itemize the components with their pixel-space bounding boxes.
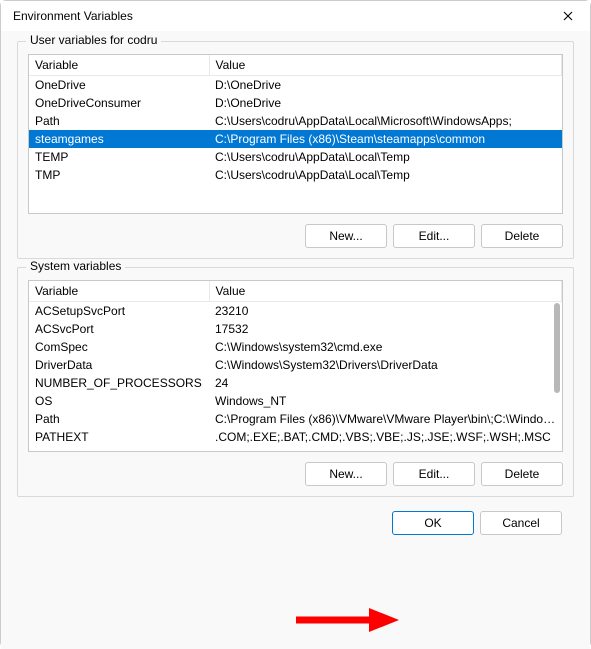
system-new-button[interactable]: New... (305, 462, 387, 486)
window-title: Environment Variables (13, 9, 133, 23)
cell-variable: PATHEXT (29, 428, 209, 446)
table-row[interactable]: OSWindows_NT (29, 392, 562, 410)
titlebar: Environment Variables (1, 1, 590, 31)
table-row[interactable]: TEMPC:\Users\codru\AppData\Local\Temp (29, 148, 562, 166)
table-row[interactable]: OneDriveD:\OneDrive (29, 76, 562, 95)
cell-value: 17532 (209, 320, 562, 338)
cell-variable: ComSpec (29, 338, 209, 356)
cell-value: C:\Users\codru\AppData\Local\Temp (209, 166, 562, 184)
table-row[interactable]: TMPC:\Users\codru\AppData\Local\Temp (29, 166, 562, 184)
cell-value: D:\OneDrive (209, 94, 562, 112)
cell-variable: OneDriveConsumer (29, 94, 209, 112)
scrollbar-thumb[interactable] (554, 303, 560, 393)
dialog-content: User variables for codru Variable Value … (1, 31, 590, 649)
close-icon (563, 11, 573, 21)
cell-value: C:\Program Files (x86)\VMware\VMware Pla… (209, 410, 562, 428)
user-button-row: New... Edit... Delete (28, 224, 563, 248)
user-variables-label: User variables for codru (26, 33, 161, 47)
cell-value: 23210 (209, 302, 562, 321)
cell-variable: Path (29, 112, 209, 130)
table-row[interactable]: PathC:\Users\codru\AppData\Local\Microso… (29, 112, 562, 130)
user-col-variable[interactable]: Variable (29, 55, 209, 76)
system-col-value[interactable]: Value (209, 281, 562, 302)
cell-value: 24 (209, 374, 562, 392)
table-row[interactable]: OneDriveConsumerD:\OneDrive (29, 94, 562, 112)
user-new-button[interactable]: New... (305, 224, 387, 248)
table-row[interactable]: ACSvcPort17532 (29, 320, 562, 338)
user-variables-scroll[interactable]: Variable Value OneDriveD:\OneDriveOneDri… (29, 55, 562, 213)
cell-variable: OneDrive (29, 76, 209, 95)
cell-value: C:\Windows\system32\cmd.exe (209, 338, 562, 356)
user-edit-button[interactable]: Edit... (393, 224, 475, 248)
system-delete-button[interactable]: Delete (481, 462, 563, 486)
table-row[interactable]: PATHEXT.COM;.EXE;.BAT;.CMD;.VBS;.VBE;.JS… (29, 428, 562, 446)
table-row[interactable]: ComSpecC:\Windows\system32\cmd.exe (29, 338, 562, 356)
table-row[interactable]: ACSetupSvcPort23210 (29, 302, 562, 321)
cell-value: C:\Users\codru\AppData\Local\Temp (209, 148, 562, 166)
system-variables-table-wrap: Variable Value ACSetupSvcPort23210ACSvcP… (28, 280, 563, 452)
table-row[interactable]: DriverDataC:\Windows\System32\Drivers\Dr… (29, 356, 562, 374)
user-variables-table-wrap: Variable Value OneDriveD:\OneDriveOneDri… (28, 54, 563, 214)
cell-variable: ACSvcPort (29, 320, 209, 338)
dialog-button-row: OK Cancel (17, 505, 574, 535)
cell-value: .COM;.EXE;.BAT;.CMD;.VBS;.VBE;.JS;.JSE;.… (209, 428, 562, 446)
cell-value: D:\OneDrive (209, 76, 562, 95)
cell-variable: TMP (29, 166, 209, 184)
cell-variable: steamgames (29, 130, 209, 148)
user-variables-table[interactable]: Variable Value OneDriveD:\OneDriveOneDri… (29, 55, 562, 184)
user-variables-group: User variables for codru Variable Value … (17, 41, 574, 259)
close-button[interactable] (546, 1, 590, 31)
cell-variable: ACSetupSvcPort (29, 302, 209, 321)
cell-value: C:\Program Files (x86)\Steam\steamapps\c… (209, 130, 562, 148)
system-variables-group: System variables Variable Value ACSetupS… (17, 267, 574, 497)
system-edit-button[interactable]: Edit... (393, 462, 475, 486)
cell-variable: Path (29, 410, 209, 428)
ok-button[interactable]: OK (392, 511, 474, 535)
cell-variable: OS (29, 392, 209, 410)
cancel-button[interactable]: Cancel (480, 511, 562, 535)
cell-variable: DriverData (29, 356, 209, 374)
cell-value: Windows_NT (209, 392, 562, 410)
cell-variable: TEMP (29, 148, 209, 166)
system-variables-table[interactable]: Variable Value ACSetupSvcPort23210ACSvcP… (29, 281, 562, 446)
system-col-variable[interactable]: Variable (29, 281, 209, 302)
user-col-value[interactable]: Value (209, 55, 562, 76)
system-variables-label: System variables (26, 259, 125, 273)
table-row[interactable]: PathC:\Program Files (x86)\VMware\VMware… (29, 410, 562, 428)
table-row[interactable]: NUMBER_OF_PROCESSORS24 (29, 374, 562, 392)
table-row[interactable]: steamgamesC:\Program Files (x86)\Steam\s… (29, 130, 562, 148)
cell-value: C:\Windows\System32\Drivers\DriverData (209, 356, 562, 374)
user-delete-button[interactable]: Delete (481, 224, 563, 248)
system-variables-scroll[interactable]: Variable Value ACSetupSvcPort23210ACSvcP… (29, 281, 562, 451)
system-button-row: New... Edit... Delete (28, 462, 563, 486)
cell-variable: NUMBER_OF_PROCESSORS (29, 374, 209, 392)
cell-value: C:\Users\codru\AppData\Local\Microsoft\W… (209, 112, 562, 130)
